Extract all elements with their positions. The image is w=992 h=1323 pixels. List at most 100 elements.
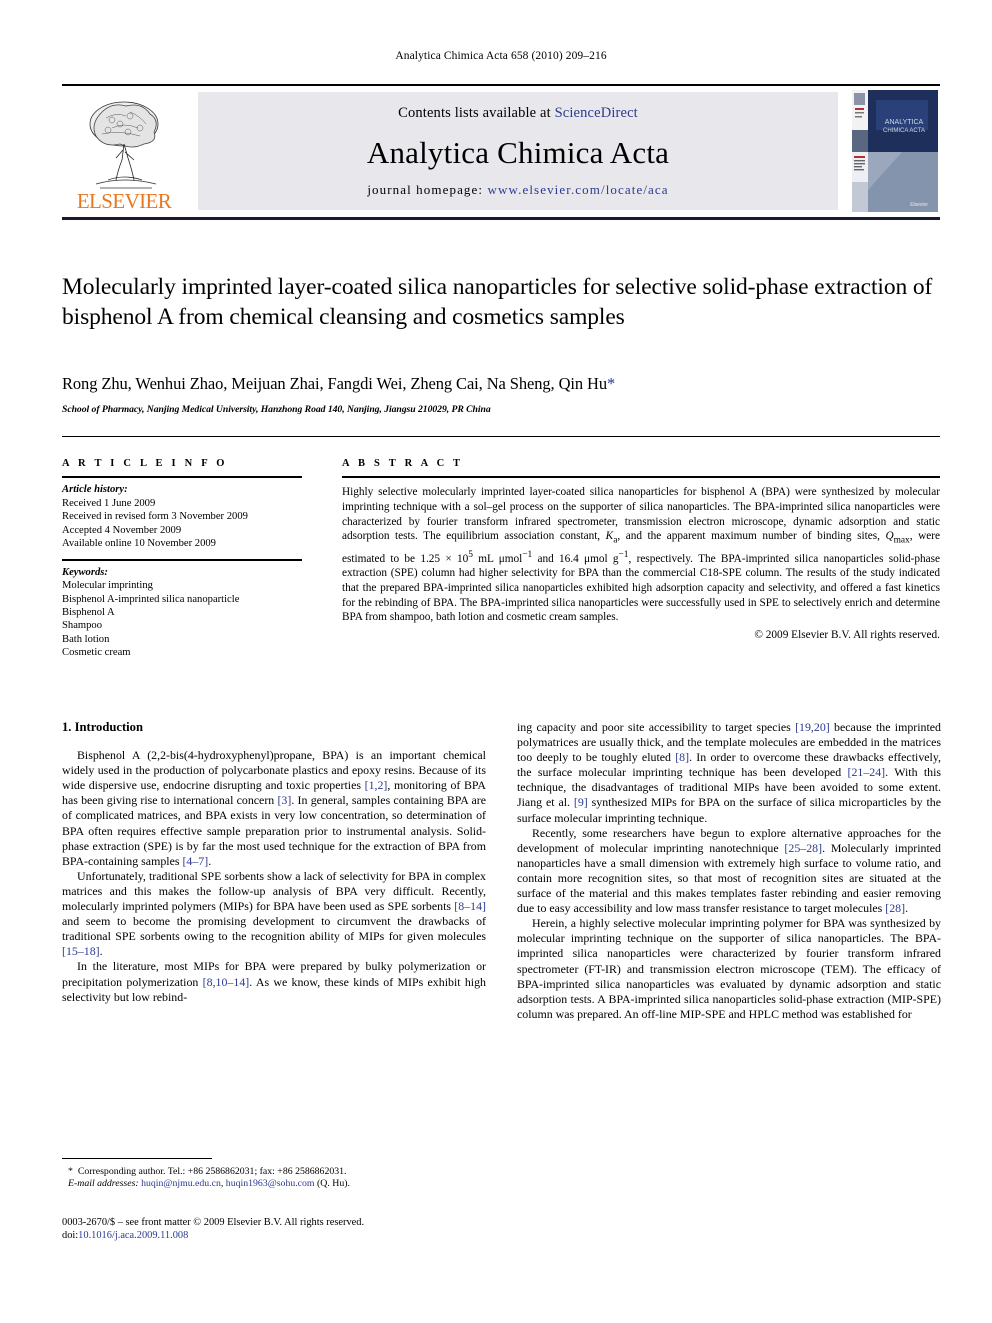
citation-link[interactable]: [28] (885, 901, 905, 915)
elsevier-wordmark: ELSEVIER (76, 189, 172, 213)
svg-text:ANALYTICA: ANALYTICA (885, 119, 924, 126)
keyword-item: Shampoo (62, 620, 103, 632)
citation-link[interactable]: [8–14] (454, 899, 486, 913)
doi-link[interactable]: 10.1016/j.aca.2009.11.008 (78, 1230, 188, 1241)
email-note: E-mail addresses: huqin@njmu.edu.cn, huq… (62, 1178, 486, 1190)
keyword-item: Bath lotion (62, 633, 110, 645)
doi-line: doi:10.1016/j.aca.2009.11.008 (62, 1229, 486, 1242)
article-info-rule (62, 476, 302, 479)
abstract-part-2: , and the apparent maximum number of bin… (617, 530, 886, 543)
citation-link[interactable]: [8,10–14] (203, 975, 250, 989)
citation-link[interactable]: [15–18] (62, 944, 100, 958)
issn-frontmatter-line: 0003-2670/$ – see front matter © 2009 El… (62, 1217, 365, 1228)
masthead-bottom-rule (62, 217, 940, 220)
cover-artwork: ANALYTICA CHIMICA ACTA Elsevier (852, 90, 938, 212)
paragraph-text: Herein, a highly selective molecular imp… (517, 916, 941, 1021)
history-item: Available online 10 November 2009 (62, 538, 216, 550)
email-link-secondary[interactable]: huqin1963@sohu.com (226, 1178, 315, 1189)
keyword-item: Cosmetic cream (62, 647, 131, 659)
elsevier-tree-icon (89, 101, 159, 189)
exponent-minus-1-b: −1 (618, 550, 629, 561)
history-item: Received in revised form 3 November 2009 (62, 511, 248, 523)
title-block-rule (62, 436, 940, 438)
abstract-part-5: and 16.4 μmol g (532, 552, 619, 565)
body-column-left: 1. Introduction Bisphenol A (2,2-bis(4-h… (62, 720, 486, 1005)
citation-link[interactable]: [9] (574, 795, 588, 809)
abstract-text: Highly selective molecularly imprinted l… (342, 485, 940, 624)
abstract-heading: A B S T R A C T (342, 458, 464, 469)
running-head: Analytica Chimica Acta 658 (2010) 209–21… (395, 50, 607, 62)
abstract-copyright: © 2009 Elsevier B.V. All rights reserved… (754, 628, 940, 641)
paragraph-text: Unfortunately, traditional SPE sorbents … (62, 868, 486, 914)
section-heading-introduction: 1. Introduction (62, 720, 143, 734)
citation-link[interactable]: [4–7] (182, 854, 208, 868)
article-history-block: Article history: Received 1 June 2009 Re… (62, 483, 302, 550)
paragraph-text: . (99, 944, 103, 959)
contents-prefix: Contents lists available at (398, 105, 555, 121)
paragraph-text: . (208, 853, 212, 868)
body-paragraph: Recently, some researchers have begun to… (517, 826, 941, 917)
qmax-symbol: Q (885, 530, 894, 543)
author-names: Rong Zhu, Wenhui Zhao, Meijuan Zhai, Fan… (62, 374, 608, 393)
paragraph-text: ing capacity and poor site accessibility… (517, 720, 796, 734)
abstract-rule (342, 476, 940, 479)
intro-paragraphs-right: ing capacity and poor site accessibility… (517, 720, 941, 1022)
svg-text:Elsevier: Elsevier (910, 202, 928, 208)
doi-label: doi: (62, 1230, 79, 1242)
history-item: Received 1 June 2009 (62, 497, 156, 509)
article-history-label: Article history: (62, 484, 128, 496)
body-paragraph: Bisphenol A (2,2-bis(4-hydroxyphenyl)pro… (62, 748, 486, 869)
corresponding-author-text: Corresponding author. Tel.: +86 25868620… (77, 1166, 347, 1177)
footnote-marker: * (68, 1166, 73, 1177)
journal-article-page: Analytica Chimica Acta 658 (2010) 209–21… (0, 0, 992, 1323)
citation-link[interactable]: [1,2] (365, 778, 388, 792)
body-paragraph: Herein, a highly selective molecular imp… (517, 916, 941, 1022)
body-paragraph: In the literature, most MIPs for BPA wer… (62, 959, 486, 1004)
paragraph-text: and seem to become the promising develop… (62, 914, 486, 944)
body-column-right: ing capacity and poor site accessibility… (517, 720, 941, 1022)
journal-title: Analytica Chimica Acta (366, 134, 670, 170)
author-list: Rong Zhu, Wenhui Zhao, Meijuan Zhai, Fan… (62, 374, 942, 394)
affiliation: School of Pharmacy, Nanjing Medical Univ… (62, 404, 491, 415)
body-paragraph: Unfortunately, traditional SPE sorbents … (62, 869, 486, 960)
keyword-item: Molecular imprinting (62, 580, 153, 592)
article-info-column: A R T I C L E I N F O Article history: R… (62, 458, 302, 660)
journal-homepage-line: journal homepage: www.elsevier.com/locat… (367, 182, 668, 198)
corresponding-author-marker: * (607, 374, 616, 393)
footnote-block: * Corresponding author. Tel.: +86 258686… (62, 1166, 486, 1191)
keywords-block: Keywords: Molecular imprinting Bisphenol… (62, 566, 302, 660)
qmax-subscript: max (893, 535, 910, 546)
footnote-separator-rule (62, 1158, 212, 1160)
issn-doi-block: 0003-2670/$ – see front matter © 2009 El… (62, 1216, 486, 1243)
homepage-url-link[interactable]: www.elsevier.com/locate/aca (487, 182, 668, 197)
masthead-center-panel: Contents lists available at ScienceDirec… (198, 92, 838, 210)
abstract-column: A B S T R A C T Highly selective molecul… (342, 458, 940, 641)
body-paragraph: ing capacity and poor site accessibility… (517, 720, 941, 826)
citation-link[interactable]: [19,20] (795, 720, 830, 734)
svg-text:CHIMICA ACTA: CHIMICA ACTA (883, 128, 925, 134)
contents-available-line: Contents lists available at ScienceDirec… (398, 105, 638, 122)
citation-link[interactable]: [21–24] (847, 765, 885, 779)
email-suffix: (Q. Hu). (314, 1178, 350, 1190)
citation-link[interactable]: [8] (675, 750, 689, 764)
citation-link[interactable]: [3] (277, 793, 291, 807)
email-label: E-mail addresses: (68, 1178, 139, 1190)
keyword-item: Bisphenol A (62, 606, 115, 618)
journal-cover-thumbnail: ANALYTICA CHIMICA ACTA Elsevier (852, 90, 938, 212)
journal-masthead: ELSEVIER Contents lists available at Sci… (62, 84, 940, 220)
email-link-primary[interactable]: huqin@njmu.edu.cn (141, 1178, 221, 1189)
page-title: Molecularly imprinted layer-coated silic… (62, 274, 933, 330)
keyword-item: Bisphenol A-imprinted silica nanoparticl… (62, 593, 240, 605)
article-info-heading: A R T I C L E I N F O (62, 458, 228, 469)
sciencedirect-link[interactable]: ScienceDirect (555, 105, 638, 121)
intro-paragraphs-left: Bisphenol A (2,2-bis(4-hydroxyphenyl)pro… (62, 748, 486, 1005)
masthead-top-rule (62, 84, 940, 87)
exponent-minus-1-a: −1 (522, 550, 533, 561)
history-item: Accepted 4 November 2009 (62, 524, 182, 536)
citation-link[interactable]: [25–28] (784, 841, 822, 855)
homepage-prefix: journal homepage: (367, 182, 488, 197)
keywords-label: Keywords: (62, 566, 108, 578)
paragraph-text: . (905, 901, 909, 916)
article-info-separator (62, 559, 302, 561)
elsevier-logo: ELSEVIER (64, 92, 184, 212)
